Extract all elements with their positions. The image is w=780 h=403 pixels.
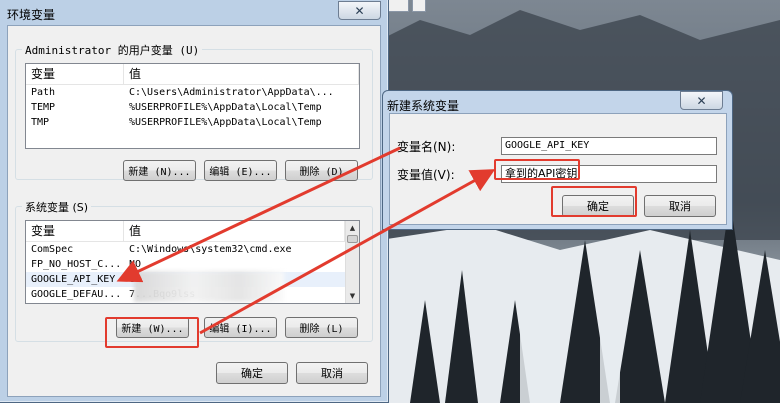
close-button[interactable]: ✕ bbox=[338, 1, 381, 20]
vertical-scrollbar[interactable]: ▲ ▼ bbox=[345, 221, 359, 303]
list-item[interactable]: TEMP %USERPROFILE%\AppData\Local\Temp bbox=[26, 100, 359, 115]
close-icon: ✕ bbox=[354, 3, 365, 18]
variable-value: C:\Windows\system32\cmd.exe bbox=[129, 244, 292, 255]
variable-name: FP_NO_HOST_C... bbox=[31, 259, 122, 270]
list-item[interactable]: TMP %USERPROFILE%\AppData\Local\Temp bbox=[26, 115, 359, 130]
column-header-value[interactable]: 值 bbox=[124, 64, 359, 85]
column-header-value[interactable]: 值 bbox=[124, 221, 345, 242]
variable-value: NO bbox=[129, 259, 142, 270]
user-new-button[interactable]: 新建 (N)... bbox=[123, 160, 196, 181]
variable-name: TMP bbox=[31, 117, 50, 128]
list-header: 变量 值 bbox=[26, 64, 359, 85]
variable-name: ComSpec bbox=[31, 244, 74, 255]
list-item[interactable]: Path C:\Users\Administrator\AppData\... bbox=[26, 85, 359, 100]
scroll-up-icon[interactable]: ▲ bbox=[346, 222, 359, 234]
scroll-down-icon[interactable]: ▼ bbox=[346, 290, 359, 302]
system-variables-list[interactable]: 变量 值 ComSpec C:\Windows\system32\cmd.exe… bbox=[25, 220, 360, 304]
background-window-fragment bbox=[412, 0, 426, 12]
list-header: 变量 值 bbox=[26, 221, 345, 242]
system-delete-button[interactable]: 删除 (L) bbox=[285, 317, 358, 338]
dialog-title: 环境变量 bbox=[7, 8, 56, 22]
list-item[interactable]: ComSpec C:\Windows\system32\cmd.exe bbox=[26, 242, 345, 257]
variable-value: C:\Users\Administrator\AppData\... bbox=[129, 87, 334, 98]
user-variables-label: Administrator 的用户变量 (U) bbox=[22, 42, 203, 58]
highlight-ok-button bbox=[551, 186, 637, 217]
scrollbar-thumb[interactable] bbox=[347, 235, 358, 243]
variable-name: GOOGLE_DEFAU... bbox=[31, 289, 122, 300]
user-delete-button[interactable]: 删除 (D) bbox=[285, 160, 358, 181]
variable-value-label: 变量值(V): bbox=[397, 168, 455, 182]
close-button[interactable]: ✕ bbox=[680, 91, 723, 110]
column-header-variable[interactable]: 变量 bbox=[26, 221, 124, 242]
variable-name-label: 变量名(N): bbox=[397, 140, 456, 154]
close-icon: ✕ bbox=[696, 93, 707, 108]
user-edit-button[interactable]: 编辑 (E)... bbox=[204, 160, 277, 181]
column-header-variable[interactable]: 变量 bbox=[26, 64, 124, 85]
title-bar: 环境变量 ✕ bbox=[0, 0, 388, 25]
system-variables-label: 系统变量 (S) bbox=[22, 199, 92, 215]
redacted-value bbox=[134, 271, 284, 302]
dialog-title: 新建系统变量 bbox=[387, 99, 460, 113]
variable-name: GOOGLE_API_KEY bbox=[31, 274, 116, 285]
ok-button[interactable]: 确定 bbox=[216, 362, 288, 384]
cancel-button[interactable]: 取消 bbox=[644, 195, 716, 217]
variable-name: Path bbox=[31, 87, 56, 98]
cancel-button[interactable]: 取消 bbox=[296, 362, 368, 384]
highlight-system-new-button bbox=[105, 317, 199, 348]
user-variables-list[interactable]: 变量 值 Path C:\Users\Administrator\AppData… bbox=[25, 63, 360, 149]
variable-name-input[interactable]: GOOGLE_API_KEY bbox=[501, 137, 717, 155]
variable-value: %USERPROFILE%\AppData\Local\Temp bbox=[129, 102, 322, 113]
list-item[interactable]: FP_NO_HOST_C... NO bbox=[26, 257, 345, 272]
variable-name: TEMP bbox=[31, 102, 56, 113]
system-edit-button[interactable]: 编辑 (I)... bbox=[204, 317, 277, 338]
variable-value: %USERPROFILE%\AppData\Local\Temp bbox=[129, 117, 322, 128]
highlight-value-field bbox=[494, 159, 580, 180]
